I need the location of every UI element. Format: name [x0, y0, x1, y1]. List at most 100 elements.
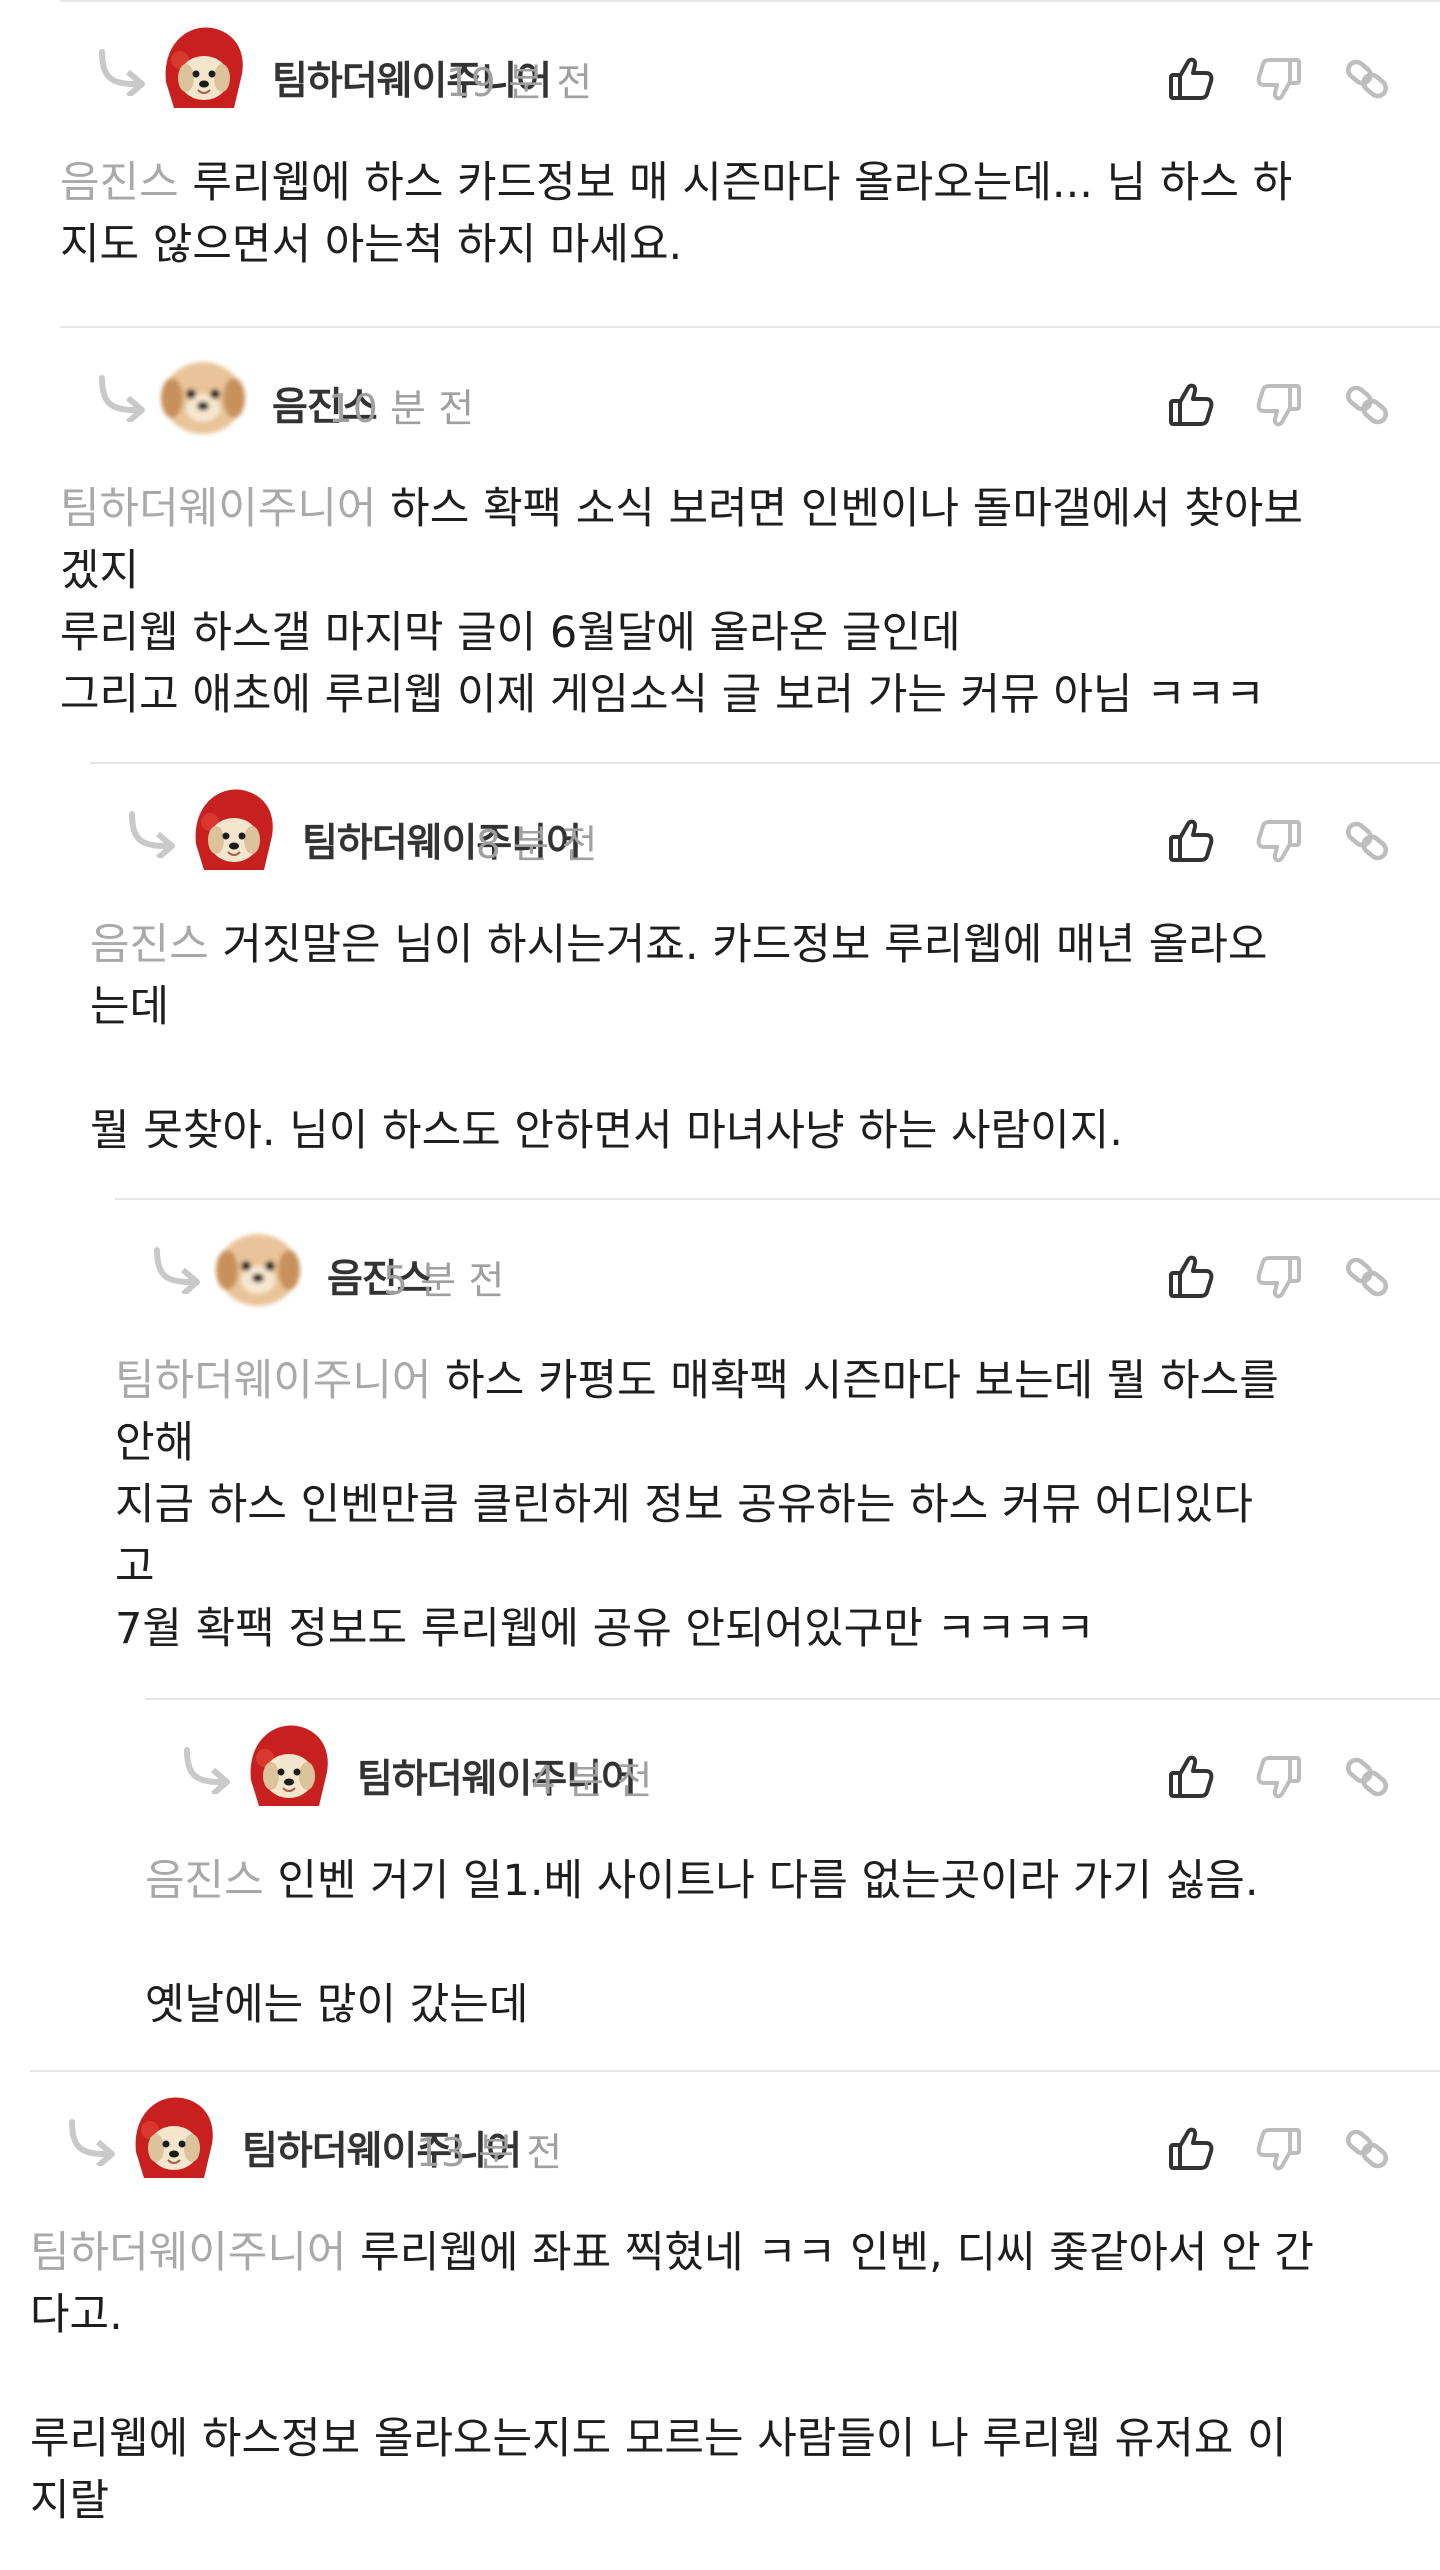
comment-actions [1166, 2124, 1396, 2174]
reply-arrow-icon [64, 2116, 124, 2169]
comment-line: 는데 [90, 982, 170, 1032]
avatar[interactable] [213, 1220, 303, 1310]
thumbs-down-icon [1254, 816, 1304, 866]
mention-link[interactable]: 팀하더웨이주니어 [115, 1356, 431, 1406]
like-button[interactable] [1166, 1752, 1216, 1802]
mention-link[interactable]: 팀하더웨이주니어 [30, 2228, 346, 2278]
mention-link[interactable]: 음진스 [145, 1856, 264, 1906]
share-link-button[interactable] [1342, 1252, 1392, 1302]
avatar[interactable] [158, 22, 248, 112]
comment-header: 팀하더웨이주니어 8 분 전 [90, 764, 1440, 914]
share-link-button[interactable] [1342, 1752, 1392, 1802]
reply-arrow-icon [94, 372, 154, 425]
thumbs-up-icon [1166, 816, 1216, 866]
thumbs-up-icon [1166, 54, 1216, 104]
share-link-button[interactable] [1342, 380, 1392, 430]
link-icon [1342, 1252, 1392, 1302]
dislike-button[interactable] [1254, 1752, 1304, 1802]
comment-line: 겠지 [60, 546, 140, 596]
comment-line: 지도 않으면서 아는척 하지 마세요. [60, 220, 683, 270]
mention-link[interactable]: 음진스 [90, 920, 209, 970]
link-icon [1342, 816, 1392, 866]
comment: 팀하더웨이주니어 8 분 전 음진스 거짓말은 님이 하시는거죠. 카드정보 루리웹… [90, 762, 1440, 1198]
like-button[interactable] [1166, 816, 1216, 866]
like-button[interactable] [1166, 1252, 1216, 1302]
comment-timestamp: 5 분 전 [383, 1259, 505, 1304]
thumbs-up-icon [1166, 1752, 1216, 1802]
reply-arrow-icon [149, 1244, 209, 1297]
avatar[interactable] [128, 2092, 218, 2182]
comment-body: 음진스 거짓말은 님이 하시는거죠. 카드정보 루리웹에 매년 올라오는데 뭘 … [90, 914, 1410, 1162]
comment-header: 음진스 10 분 전 [60, 328, 1440, 478]
comment-line: 지랄 [30, 2476, 110, 2526]
thumbs-down-icon [1254, 380, 1304, 430]
avatar[interactable] [188, 784, 278, 874]
comment-line: 루리웹에 하스정보 올라오는지도 모르는 사람들이 나 루리웹 유저요 이 [30, 2414, 1287, 2464]
comment-body: 음진스 인벤 거기 일1.베 사이트나 다름 없는곳이라 가기 싫음. 옛날에는… [145, 1850, 1410, 2036]
dislike-button[interactable] [1254, 1252, 1304, 1302]
dislike-button[interactable] [1254, 54, 1304, 104]
avatar[interactable] [243, 1720, 333, 1810]
comment-body: 팀하더웨이주니어 루리웹에 좌표 찍혔네 ㅋㅋ 인벤, 디씨 좇같아서 안 간다… [30, 2222, 1410, 2532]
comment-line: 고 [115, 1542, 155, 1592]
comment-line: 7월 확팩 정보도 루리웹에 공유 안되어있구만 ㅋㅋㅋㅋ [115, 1604, 1095, 1654]
comment-actions [1166, 380, 1396, 430]
reply-arrow-icon [179, 1744, 239, 1797]
share-link-button[interactable] [1342, 816, 1392, 866]
share-link-button[interactable] [1342, 2124, 1392, 2174]
thumbs-down-icon [1254, 2124, 1304, 2174]
comment-header: 팀하더웨이주니어 4 분 전 [145, 1700, 1440, 1850]
comment-line [90, 1038, 1410, 1100]
comment-thread: 팀하더웨이주니어 19 분 전 음진스 루리웹에 하스 카드정보 매 시즌마다 올라… [0, 0, 1440, 2570]
comment-timestamp: 19 분 전 [446, 61, 593, 106]
comment-first-line: 팀하더웨이주니어 루리웹에 좌표 찍혔네 ㅋㅋ 인벤, 디씨 좇같아서 안 간 [30, 2228, 1314, 2278]
comment-header: 팀하더웨이주니어 13 분 전 [30, 2072, 1440, 2222]
dislike-button[interactable] [1254, 2124, 1304, 2174]
like-button[interactable] [1166, 54, 1216, 104]
comment-first-line: 음진스 인벤 거기 일1.베 사이트나 다름 없는곳이라 가기 싫음. [145, 1856, 1259, 1906]
thumbs-down-icon [1254, 1252, 1304, 1302]
thumbs-up-icon [1166, 2124, 1216, 2174]
share-link-button[interactable] [1342, 54, 1392, 104]
dislike-button[interactable] [1254, 816, 1304, 866]
mention-link[interactable]: 팀하더웨이주니어 [60, 484, 376, 534]
comment-timestamp: 4 분 전 [531, 1759, 653, 1804]
link-icon [1342, 2124, 1392, 2174]
comment-line: 뭘 못찾아. 님이 하스도 안하면서 마녀사냥 하는 사람이지. [90, 1106, 1123, 1156]
dislike-button[interactable] [1254, 380, 1304, 430]
comment-actions [1166, 54, 1396, 104]
comment-body: 팀하더웨이주니어 하스 확팩 소식 보려면 인벤이나 돌마갤에서 찾아보 겠지 루리… [60, 478, 1410, 726]
thumbs-up-icon [1166, 1252, 1216, 1302]
link-icon [1342, 54, 1392, 104]
comment-line: 지금 하스 인벤만큼 클린하게 정보 공유하는 하스 커뮤 어디있다 [115, 1480, 1253, 1530]
comment-body: 음진스 루리웹에 하스 카드정보 매 시즌마다 올라오는데... 님 하스 하지… [60, 152, 1410, 276]
like-button[interactable] [1166, 2124, 1216, 2174]
comment-body: 팀하더웨이주니어 하스 카평도 매확팩 시즌마다 보는데 뭘 하스를 안해 지금 하… [115, 1350, 1410, 1660]
reply-arrow-icon [94, 46, 154, 99]
comment: 팀하더웨이주니어 4 분 전 음진스 인벤 거기 일1.베 사이트나 다름 없는곳이… [145, 1698, 1440, 2070]
comment-actions [1166, 816, 1396, 866]
comment-timestamp: 10 분 전 [328, 387, 475, 432]
comment-line: 옛날에는 많이 갔는데 [145, 1980, 529, 2030]
comment-first-line: 음진스 거짓말은 님이 하시는거죠. 카드정보 루리웹에 매년 올라오 [90, 920, 1268, 970]
comment-line [145, 1912, 1410, 1974]
thumbs-up-icon [1166, 380, 1216, 430]
avatar[interactable] [158, 348, 248, 438]
comment-first-line: 팀하더웨이주니어 하스 카평도 매확팩 시즌마다 보는데 뭘 하스를 [115, 1356, 1279, 1406]
comment-line: 그리고 애초에 루리웹 이제 게임소식 글 보러 가는 커뮤 아님 ㅋㅋㅋ [60, 670, 1265, 720]
comment-header: 팀하더웨이주니어 19 분 전 [60, 2, 1440, 152]
comment-line: 루리웹 하스갤 마지막 글이 6월달에 올라온 글인데 [60, 608, 961, 658]
thumbs-down-icon [1254, 54, 1304, 104]
comment-actions [1166, 1252, 1396, 1302]
comment-line [30, 2346, 1410, 2408]
reply-arrow-icon [124, 808, 184, 861]
link-icon [1342, 1752, 1392, 1802]
comment-line: 다고. [30, 2290, 123, 2340]
mention-link[interactable]: 음진스 [60, 158, 179, 208]
comment-timestamp: 13 분 전 [416, 2131, 563, 2176]
thumbs-down-icon [1254, 1752, 1304, 1802]
comment: 음진스 5 분 전 팀하더웨이주니어 하스 카평도 매확팩 시즌마다 보는데 뭘 하… [115, 1198, 1440, 1698]
like-button[interactable] [1166, 380, 1216, 430]
link-icon [1342, 380, 1392, 430]
comment: 팀하더웨이주니어 19 분 전 음진스 루리웹에 하스 카드정보 매 시즌마다 올라… [60, 0, 1440, 326]
